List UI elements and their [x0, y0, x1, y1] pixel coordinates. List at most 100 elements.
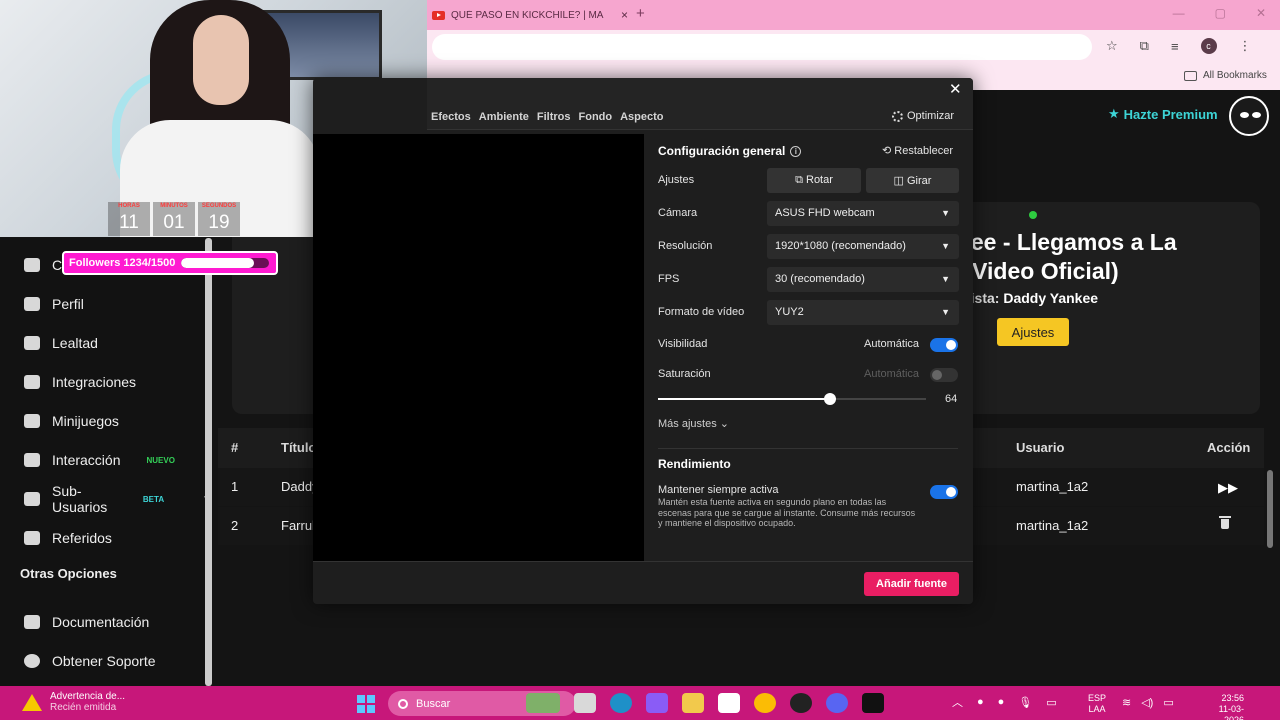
tab-ambiente[interactable]: Ambiente [479, 111, 529, 123]
tiktok-icon[interactable] [862, 693, 884, 713]
start-button[interactable] [357, 695, 375, 713]
chevron-down-icon: ▼ [941, 208, 950, 218]
new-tab-button[interactable]: + [636, 5, 645, 22]
add-source-button[interactable]: Añadir fuente [864, 572, 959, 596]
row-user: martina_1a2 [1016, 479, 1089, 494]
tab-efectos[interactable]: Efectos [431, 111, 471, 123]
clock-time: 23:56 [1221, 693, 1244, 703]
clock-date: 11-03-2026 [1218, 704, 1244, 720]
id-card-icon [24, 297, 40, 311]
display-icon[interactable]: ▭ [1046, 696, 1056, 709]
quick-settings[interactable]: ≋ ◁) ▭ [1122, 696, 1174, 709]
sidebar-item-lealtad[interactable]: Lealtad [24, 332, 98, 354]
gamepad-icon [24, 258, 40, 272]
sidebar-item-documentacion[interactable]: Documentación [24, 611, 149, 633]
sidebar-item-sub-usuarios[interactable]: Sub-Usuarios BETA ▼ [24, 483, 212, 515]
minimize-icon[interactable]: — [1173, 6, 1185, 20]
media-control-icon[interactable]: ≡ [1171, 39, 1179, 54]
menu-dots-icon[interactable]: ⋮ [1239, 38, 1252, 54]
player-settings-button[interactable]: Ajustes [997, 318, 1069, 346]
sidebar-item-control[interactable]: C [24, 254, 62, 276]
saturation-slider[interactable] [658, 393, 926, 405]
more-settings-button[interactable]: Más ajustes ⌄ [658, 417, 729, 430]
sidebar-scrollbar[interactable] [205, 238, 212, 686]
sidebar-item-label: C [52, 257, 63, 273]
trash-icon[interactable] [1219, 516, 1231, 530]
optimize-button[interactable]: Optimizar [892, 110, 954, 122]
warning-title: Advertencia de... [50, 691, 126, 702]
row-user: martina_1a2 [1016, 518, 1089, 533]
profile-avatar[interactable]: c [1200, 38, 1217, 54]
youtube-icon [432, 10, 445, 20]
close-icon[interactable]: ✕ [949, 80, 962, 98]
store-icon[interactable] [718, 693, 740, 713]
lang-bottom: LAA [1088, 704, 1106, 714]
info-icon[interactable]: i [790, 145, 802, 157]
countdown-value: 19 [208, 212, 230, 233]
visibility-auto-label: Automática [864, 338, 920, 350]
saturation-auto-toggle[interactable] [930, 368, 958, 382]
chevron-up-icon[interactable]: ︿ [952, 694, 963, 710]
sidebar-item-soporte[interactable]: Obtener Soporte [24, 650, 156, 672]
obs-icon[interactable] [790, 693, 812, 713]
countdown-label: HORAS [118, 203, 140, 209]
sidebar-item-perfil[interactable]: Perfil [24, 293, 84, 315]
app-tray-icon[interactable]: ● [977, 696, 984, 708]
document-icon [24, 615, 40, 629]
clock[interactable]: 23:56 11-03-2026 [1206, 693, 1244, 720]
fps-select[interactable]: 30 (recomendado) ▼ [767, 267, 959, 292]
sidebar-item-minijuegos[interactable]: Minijuegos [24, 410, 119, 432]
camera-select[interactable]: ASUS FHD webcam ▼ [767, 201, 959, 226]
address-bar[interactable] [432, 34, 1092, 60]
keep-active-toggle[interactable] [930, 485, 958, 499]
format-select[interactable]: YUY2 ▼ [767, 300, 959, 325]
countdown-value: 11 [119, 212, 139, 233]
discord-icon[interactable] [826, 693, 848, 713]
edge-icon[interactable] [610, 693, 632, 713]
close-window-icon[interactable]: ✕ [1256, 6, 1266, 20]
maximize-icon[interactable]: ▢ [1215, 6, 1226, 20]
close-tab-icon[interactable]: × [621, 8, 628, 22]
task-view-icon[interactable] [574, 693, 596, 713]
page-scrollbar[interactable] [1267, 470, 1273, 548]
rotate-button[interactable]: ⧉ Rotar [767, 168, 861, 193]
chrome-icon[interactable] [754, 693, 776, 713]
language-indicator[interactable]: ESP LAA [1088, 693, 1106, 715]
sidebar-item-referidos[interactable]: Referidos [24, 527, 112, 549]
visibility-auto-toggle[interactable] [930, 338, 958, 352]
resolution-value: 1920*1080 (recomendado) [775, 240, 906, 252]
play-icon[interactable]: ▶▶ [1218, 480, 1238, 496]
file-explorer-icon[interactable] [682, 693, 704, 713]
widget-icon[interactable] [526, 693, 560, 713]
flip-button[interactable]: ◫ Girar [866, 168, 959, 193]
camera-source-dialog: Efectos Ambiente Filtros Fondo Aspecto O… [313, 78, 973, 604]
sidebar-item-interaccion[interactable]: Interacción NUEVO [24, 449, 175, 471]
copilot-icon[interactable] [646, 693, 668, 713]
extensions-icon[interactable]: ⧉ [1140, 38, 1149, 54]
user-avatar[interactable] [1229, 96, 1269, 136]
warning-notification[interactable]: Advertencia de... Recién emitida [22, 691, 125, 713]
saturation-slider-handle[interactable] [823, 393, 836, 405]
all-bookmarks-button[interactable]: All Bookmarks [1184, 70, 1267, 81]
microphone-icon[interactable]: 🎙 [1018, 696, 1032, 709]
tab-filtros[interactable]: Filtros [537, 111, 571, 123]
column-user: Usuario [1016, 440, 1065, 455]
reset-button[interactable]: ⟲ Restablecer [882, 144, 953, 157]
sidebar-item-integraciones[interactable]: Integraciones [24, 371, 136, 393]
artist-name: Daddy Yankee [1003, 290, 1099, 306]
tab-aspecto[interactable]: Aspecto [620, 111, 663, 123]
browser-tab[interactable]: QUÉ PASÓ EN KICKCHILE? | MA × [432, 4, 628, 26]
user-group-icon [24, 531, 40, 545]
format-label: Formato de vídeo [658, 306, 745, 318]
modal-tabs: Efectos Ambiente Filtros Fondo Aspecto [431, 111, 664, 123]
countdown-label: SEGUNDOS [201, 203, 237, 209]
resolution-select[interactable]: 1920*1080 (recomendado) ▼ [767, 234, 959, 259]
followers-goal-bar: Followers 1234/1500 [62, 251, 278, 275]
tab-fondo[interactable]: Fondo [579, 111, 613, 123]
windows-icon-tile [367, 695, 375, 703]
bookmark-star-icon[interactable]: ☆ [1106, 38, 1118, 54]
app-tray-icon[interactable]: ● [998, 696, 1005, 708]
premium-link[interactable]: ★ Hazte Premium [1108, 106, 1218, 122]
new-badge: NUEVO [146, 455, 175, 465]
column-action: Acción [1207, 440, 1251, 455]
